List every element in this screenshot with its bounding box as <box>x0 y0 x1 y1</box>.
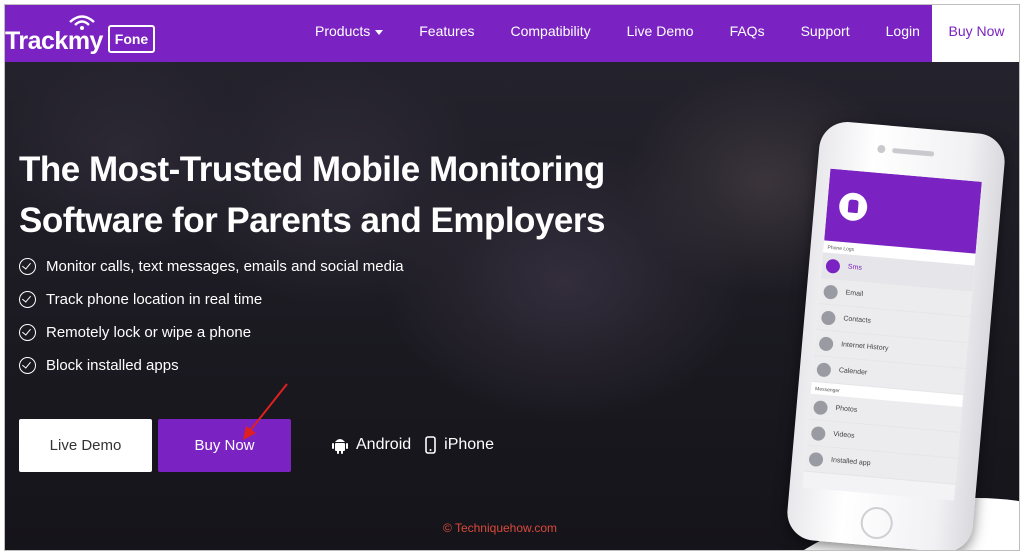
video-icon <box>810 425 826 441</box>
nav-item-live-demo[interactable]: Live Demo <box>609 5 712 62</box>
nav-item-faqs[interactable]: FAQs <box>712 5 783 62</box>
annotation-arrow <box>243 383 288 440</box>
clock-icon <box>818 335 834 352</box>
feature-item: Block installed apps <box>19 349 404 382</box>
iphone-icon <box>425 436 436 454</box>
chevron-down-icon <box>375 29 384 35</box>
top-navbar: Trackmy Fone Products Features Compatibi… <box>5 5 1019 62</box>
screen-row-label: Photos <box>835 405 858 414</box>
nav-item-support[interactable]: Support <box>783 5 868 62</box>
screen-header <box>824 168 982 254</box>
user-avatar-icon <box>838 191 869 222</box>
screen-row-label: Email <box>845 289 864 298</box>
feature-text: Track phone location in real time <box>46 291 263 308</box>
phone-screen: Phone Logs Sms Email Contacts Internet H… <box>802 168 982 501</box>
logo-badge: Fone <box>108 25 155 53</box>
feature-item: Remotely lock or wipe a phone <box>19 316 404 349</box>
platform-iphone: iPhone <box>425 436 494 454</box>
app-icon <box>808 451 824 467</box>
check-circle-icon <box>19 324 36 341</box>
image-icon <box>813 399 829 415</box>
phone-mockup: Phone Logs Sms Email Contacts Internet H… <box>785 119 1007 550</box>
android-icon <box>332 439 348 454</box>
feature-text: Remotely lock or wipe a phone <box>46 324 252 341</box>
platform-android: Android <box>332 436 411 454</box>
nav-buy-now-button[interactable]: Buy Now <box>932 5 1019 62</box>
nav-item-products[interactable]: Products <box>297 5 401 62</box>
watermark-text: © Techniquehow.com <box>443 521 558 535</box>
screen-row-label: Installed app <box>830 456 871 468</box>
chat-icon <box>825 258 841 274</box>
logo-wordmark: Trackmy <box>5 27 103 55</box>
live-demo-button[interactable]: Live Demo <box>19 419 152 472</box>
feature-list: Monitor calls, text messages, emails and… <box>19 250 404 382</box>
screen-row-label: Calender <box>838 367 868 377</box>
nav-menu: Products Features Compatibility Live Dem… <box>297 5 938 62</box>
feature-item: Monitor calls, text messages, emails and… <box>19 250 404 283</box>
phone-home-button <box>859 505 895 541</box>
nav-item-login[interactable]: Login <box>868 5 938 62</box>
headline-line-2: Software for Parents and Employers <box>19 201 605 240</box>
feature-item: Track phone location in real time <box>19 283 404 316</box>
nav-item-features[interactable]: Features <box>401 5 492 62</box>
screen-row-label: Contacts <box>843 315 872 325</box>
check-circle-icon <box>19 291 36 308</box>
phone-camera <box>876 144 886 154</box>
screen-row-label: Videos <box>832 430 855 440</box>
headline-line-1: The Most-Trusted Mobile Monitoring <box>19 150 605 189</box>
screen-row-label: Internet History <box>840 341 889 353</box>
check-circle-icon <box>19 357 36 374</box>
hero-headline: The Most-Trusted Mobile Monitoring Softw… <box>19 144 679 246</box>
envelope-icon <box>823 284 839 300</box>
screen-row-label: Sms <box>847 263 863 272</box>
nav-item-label: Products <box>315 23 371 39</box>
nav-item-compatibility[interactable]: Compatibility <box>493 5 609 62</box>
check-circle-icon <box>19 258 36 275</box>
feature-text: Monitor calls, text messages, emails and… <box>46 258 404 275</box>
browser-viewport: Trackmy Fone Products Features Compatibi… <box>4 4 1020 551</box>
phone-speaker <box>892 147 935 157</box>
platform-label: Android <box>356 436 412 453</box>
hero-section: The Most-Trusted Mobile Monitoring Softw… <box>5 62 1019 550</box>
platform-label: iPhone <box>444 436 494 453</box>
contacts-icon <box>820 309 837 326</box>
platform-list: Android iPhone <box>332 436 508 454</box>
feature-text: Block installed apps <box>46 357 179 374</box>
calendar-icon <box>816 361 832 377</box>
